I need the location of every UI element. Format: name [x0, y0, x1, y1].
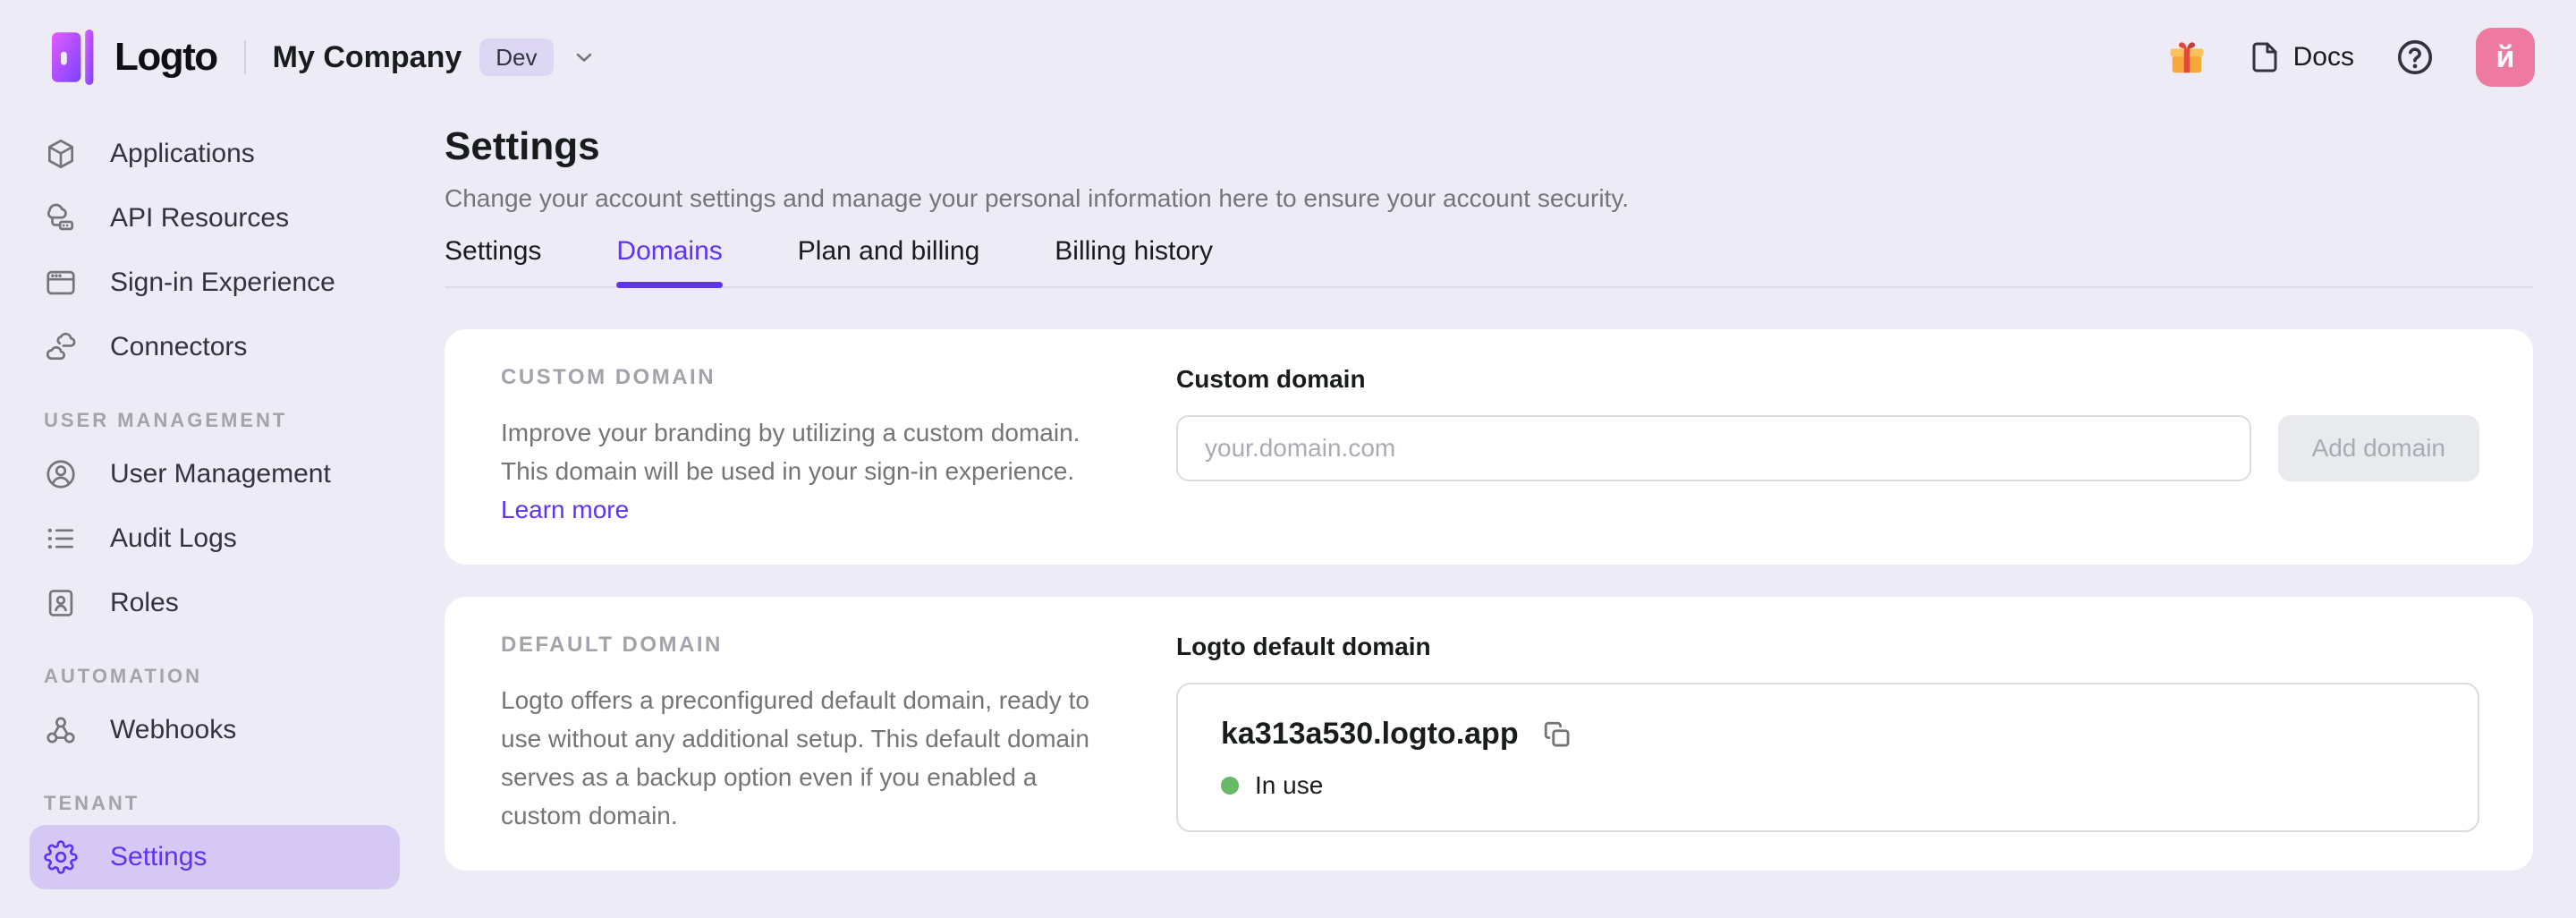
custom-domain-section-label: CUSTOM DOMAIN [501, 365, 1123, 390]
logto-brand: Logto [52, 30, 217, 85]
webhook-icon [44, 713, 78, 747]
domain-status: In use [1221, 771, 2435, 800]
custom-domain-input-row: Add domain [1176, 415, 2479, 481]
tenant-name: My Company [273, 40, 462, 75]
docs-label: Docs [2293, 42, 2354, 72]
id-card-icon [44, 586, 78, 620]
sidebar: Applications API Resources Sign-in Exper… [0, 115, 429, 918]
sidebar-item-applications[interactable]: Applications [30, 122, 400, 186]
custom-domain-form: Custom domain Add domain [1176, 365, 2479, 529]
tab-domains[interactable]: Domains [616, 236, 722, 286]
custom-domain-description: Improve your branding by utilizing a cus… [501, 413, 1118, 529]
add-domain-button[interactable]: Add domain [2278, 415, 2479, 481]
sidebar-item-label: Roles [110, 588, 179, 618]
avatar[interactable]: й [2476, 28, 2535, 87]
status-dot-green [1221, 777, 1239, 795]
docs-button[interactable]: Docs [2249, 41, 2354, 73]
sidebar-item-label: Settings [110, 842, 207, 872]
topbar-divider [244, 40, 246, 74]
tab-billing-history[interactable]: Billing history [1055, 236, 1213, 286]
user-circle-icon [44, 457, 78, 491]
default-domain-panel: Logto default domain ka313a530.logto.app… [1176, 633, 2479, 835]
custom-domain-description-text: Improve your branding by utilizing a cus… [501, 419, 1080, 485]
logto-logo-icon [52, 30, 95, 85]
sidebar-section-tenant: TENANT [30, 786, 400, 821]
default-domain-section-label: DEFAULT DOMAIN [501, 633, 1123, 658]
default-domain-value: ka313a530.logto.app [1221, 717, 1519, 752]
page-subtitle: Change your account settings and manage … [445, 183, 2533, 215]
sidebar-item-settings[interactable]: Settings [30, 825, 400, 889]
copy-icon[interactable] [1542, 719, 1572, 750]
tab-plan-and-billing[interactable]: Plan and billing [798, 236, 979, 286]
default-domain-card: DEFAULT DOMAIN Logto offers a preconfigu… [445, 597, 2533, 871]
sidebar-item-connectors[interactable]: Connectors [30, 315, 400, 379]
sidebar-item-audit-logs[interactable]: Audit Logs [30, 506, 400, 571]
cube-icon [44, 137, 78, 171]
sidebar-item-label: Audit Logs [110, 523, 237, 554]
custom-domain-card: CUSTOM DOMAIN Improve your branding by u… [445, 329, 2533, 565]
sidebar-item-label: Webhooks [110, 715, 236, 745]
topbar: Logto My Company Dev [0, 0, 2576, 115]
topbar-actions: Docs й [2166, 28, 2535, 87]
tab-settings[interactable]: Settings [445, 236, 541, 286]
document-icon [2249, 41, 2281, 73]
clouds-icon [44, 330, 78, 364]
custom-domain-field-label: Custom domain [1176, 365, 2479, 394]
sidebar-item-label: Applications [110, 139, 255, 169]
tab-bar: Settings Domains Plan and billing Billin… [445, 236, 2533, 288]
learn-more-link[interactable]: Learn more [501, 496, 629, 523]
sidebar-item-user-management[interactable]: User Management [30, 442, 400, 506]
sidebar-item-label: Sign-in Experience [110, 268, 335, 298]
status-label: In use [1255, 771, 1323, 800]
gear-icon [44, 840, 78, 874]
brand-wordmark: Logto [114, 35, 217, 80]
custom-domain-input[interactable] [1176, 415, 2251, 481]
sidebar-item-api-resources[interactable]: API Resources [30, 186, 400, 251]
chevron-down-icon [572, 45, 597, 70]
main-content: Settings Change your account settings an… [429, 115, 2576, 918]
browser-window-icon [44, 266, 78, 300]
sidebar-item-label: User Management [110, 459, 331, 489]
sidebar-item-roles[interactable]: Roles [30, 571, 400, 635]
page-title: Settings [445, 122, 2533, 172]
cloud-resource-icon [44, 201, 78, 235]
help-icon[interactable] [2395, 38, 2435, 77]
default-domain-description: Logto offers a preconfigured default dom… [501, 681, 1118, 835]
environment-badge: Dev [479, 38, 553, 76]
sidebar-section-user-management: USER MANAGEMENT [30, 403, 400, 438]
gift-icon[interactable] [2166, 37, 2207, 78]
tenant-selector[interactable]: My Company Dev [273, 38, 597, 76]
sidebar-item-sign-in-experience[interactable]: Sign-in Experience [30, 251, 400, 315]
sidebar-item-label: API Resources [110, 203, 289, 234]
custom-domain-info: CUSTOM DOMAIN Improve your branding by u… [501, 365, 1176, 529]
sidebar-section-automation: AUTOMATION [30, 659, 400, 694]
default-domain-box: ka313a530.logto.app In use [1176, 683, 2479, 832]
list-icon [44, 522, 78, 556]
sidebar-item-webhooks[interactable]: Webhooks [30, 698, 400, 762]
default-domain-info: DEFAULT DOMAIN Logto offers a preconfigu… [501, 633, 1176, 835]
default-domain-field-label: Logto default domain [1176, 633, 2479, 661]
domain-row: ka313a530.logto.app [1221, 717, 2435, 752]
sidebar-item-label: Connectors [110, 332, 247, 362]
